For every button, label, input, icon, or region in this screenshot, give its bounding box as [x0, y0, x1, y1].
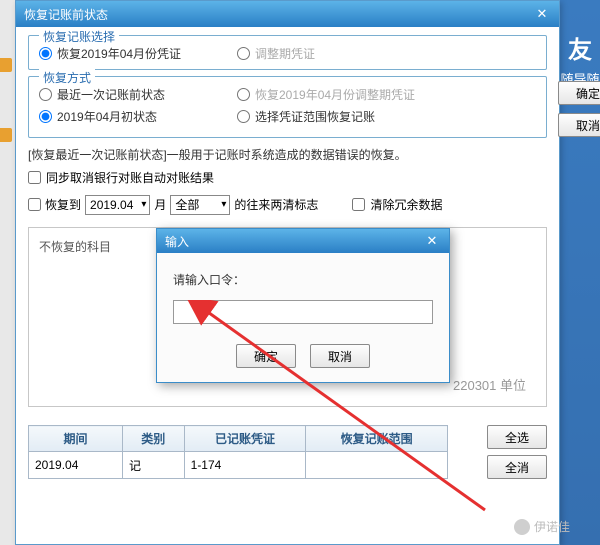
select-value: 全部 — [175, 196, 199, 213]
brand-char: 友 — [560, 30, 600, 65]
radio-select-range[interactable]: 选择凭证范围恢复记账 — [237, 108, 417, 125]
side-icon[interactable] — [0, 128, 12, 142]
radio-last-state[interactable]: 最近一次记账前状态 — [39, 86, 219, 103]
radio-label: 调整期凭证 — [255, 45, 315, 62]
window-title: 恢复记账前状态 — [24, 6, 108, 23]
close-icon[interactable]: ✕ — [533, 6, 551, 22]
password-dialog: 输入 ✕ 请输入口令： 确定 取消 — [156, 228, 450, 383]
obscured-text: 220301 单位 — [453, 375, 526, 394]
col-booked: 已记账凭证 — [184, 426, 306, 452]
side-icon[interactable] — [0, 58, 12, 72]
left-toolbar — [0, 58, 12, 142]
col-period: 期间 — [29, 426, 123, 452]
checkbox-restore-to[interactable] — [28, 198, 41, 211]
dialog-ok-button[interactable]: 确定 — [236, 344, 296, 368]
radio-label: 最近一次记账前状态 — [57, 86, 165, 103]
watermark: 伊诺佳 — [514, 518, 570, 535]
table-row[interactable]: 2019.04 记 1-174 — [29, 452, 448, 479]
radio-restore-adjust[interactable]: 恢复2019年04月份调整期凭证 — [237, 86, 417, 103]
dialog-titlebar: 输入 ✕ — [157, 229, 449, 253]
password-input[interactable] — [173, 300, 433, 324]
radio-input[interactable] — [39, 47, 52, 60]
cell: 1-174 — [184, 452, 306, 479]
select-all-button[interactable]: 全选 — [487, 425, 547, 449]
watermark-icon — [514, 519, 530, 535]
radio-label: 2019年04月初状态 — [57, 108, 157, 125]
radio-label: 选择凭证范围恢复记账 — [255, 108, 375, 125]
col-range: 恢复记账范围 — [306, 426, 448, 452]
restore-to-row: 恢复到 2019.04 月 全部 的往来两清标志 清除冗余数据 — [28, 192, 547, 217]
col-type: 类别 — [122, 426, 184, 452]
radio-input[interactable] — [39, 88, 52, 101]
period-select[interactable]: 2019.04 — [85, 195, 150, 215]
radio-label: 恢复2019年04月份凭证 — [57, 45, 181, 62]
cancel-button[interactable]: 取消 — [558, 113, 600, 137]
group-legend: 恢复方式 — [39, 69, 95, 86]
select-none-button[interactable]: 全消 — [487, 455, 547, 479]
checkbox-label: 清除冗余数据 — [370, 196, 442, 213]
checkbox-input[interactable] — [352, 198, 365, 211]
watermark-text: 伊诺佳 — [534, 518, 570, 535]
checkbox-sync-bank[interactable]: 同步取消银行对账自动对账结果 — [28, 169, 547, 186]
radio-adjust-period[interactable]: 调整期凭证 — [237, 45, 417, 62]
dialog-title: 输入 — [165, 233, 189, 250]
scope-select[interactable]: 全部 — [170, 195, 230, 215]
checkbox-input[interactable] — [28, 171, 41, 184]
close-icon[interactable]: ✕ — [423, 233, 441, 249]
radio-input[interactable] — [39, 110, 52, 123]
checkbox-label: 同步取消银行对账自动对账结果 — [46, 169, 214, 186]
select-value: 2019.04 — [90, 198, 133, 212]
cell: 记 — [122, 452, 184, 479]
cell — [306, 452, 448, 479]
password-label: 请输入口令： — [173, 271, 433, 288]
dialog-cancel-button[interactable]: 取消 — [310, 344, 370, 368]
cell: 2019.04 — [29, 452, 123, 479]
radio-label: 恢复2019年04月份调整期凭证 — [255, 86, 415, 103]
group-legend: 恢复记账选择 — [39, 28, 119, 45]
label: 的往来两清标志 — [234, 196, 318, 213]
radio-input[interactable] — [237, 47, 250, 60]
radio-restore-month[interactable]: 恢复2019年04月份凭证 — [39, 45, 219, 62]
label: 月 — [154, 196, 166, 213]
voucher-table: 期间 类别 已记账凭证 恢复记账范围 2019.04 记 1-174 — [28, 425, 448, 479]
ok-button[interactable]: 确定 — [558, 81, 600, 105]
restore-method-group: 恢复方式 最近一次记账前状态 恢复2019年04月份调整期凭证 2019年04月… — [28, 76, 547, 138]
hint-text: [恢复最近一次记账前状态]一般用于记账时系统造成的数据错误的恢复。 — [28, 146, 547, 163]
label: 恢复到 — [45, 196, 81, 213]
radio-input[interactable] — [237, 110, 250, 123]
checkbox-clear-redundant[interactable]: 清除冗余数据 — [352, 196, 442, 213]
titlebar: 恢复记账前状态 ✕ — [16, 1, 559, 27]
radio-month-begin[interactable]: 2019年04月初状态 — [39, 108, 219, 125]
radio-input[interactable] — [237, 88, 250, 101]
restore-select-group: 恢复记账选择 恢复2019年04月份凭证 调整期凭证 — [28, 35, 547, 70]
